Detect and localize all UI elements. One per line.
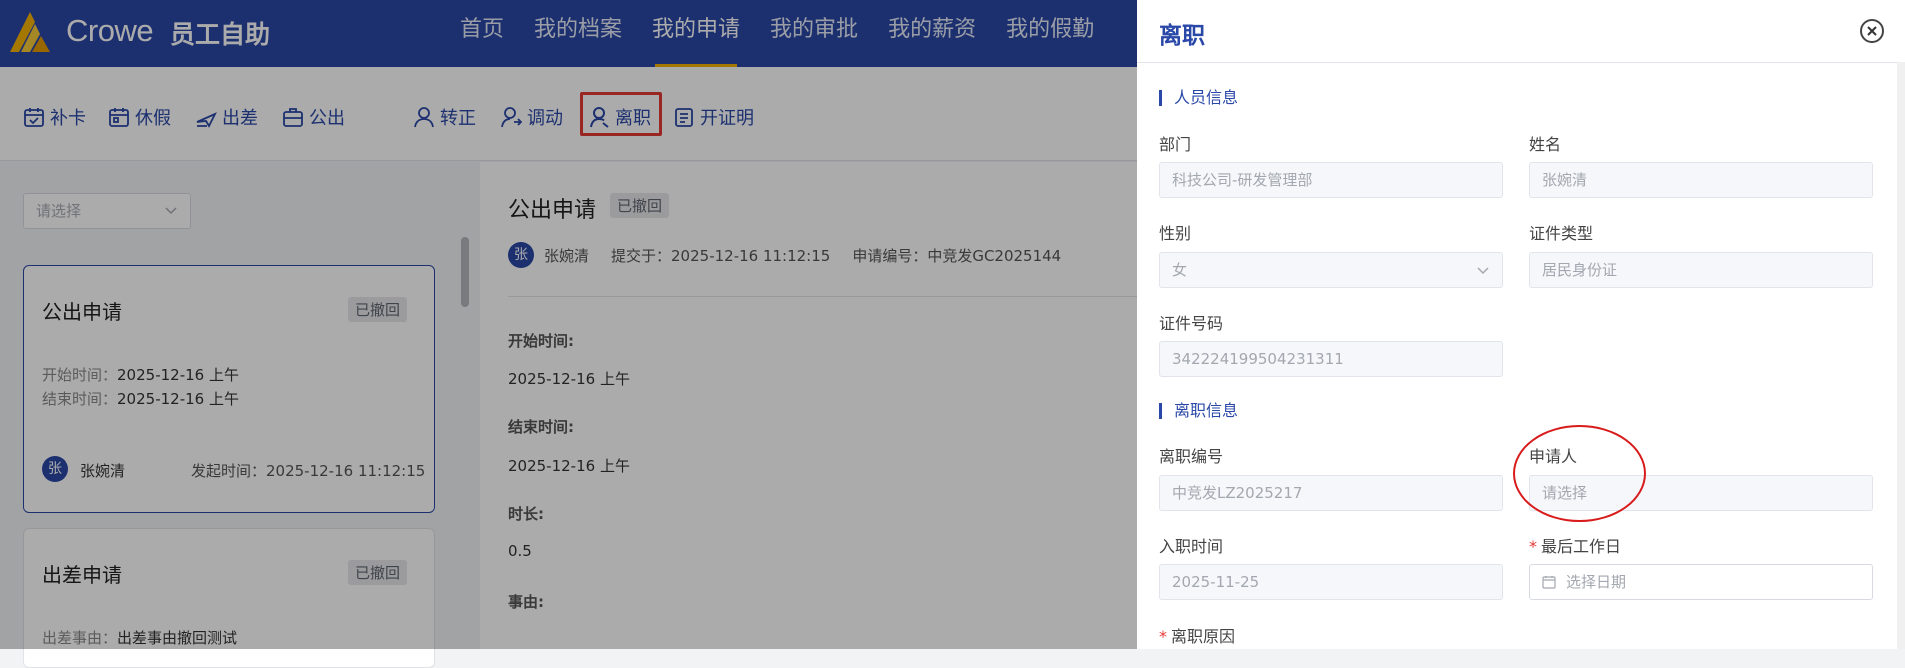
id-number-label: 证件号码: [1159, 314, 1224, 333]
section-resignation-info: 离职信息: [1159, 403, 1238, 419]
drawer-title: 离职: [1159, 23, 1205, 49]
gender-select: 女: [1159, 252, 1503, 288]
drawer-divider: [1137, 62, 1905, 63]
dept-label: 部门: [1159, 135, 1192, 154]
calendar-icon: [1542, 576, 1556, 589]
name-label: 姓名: [1529, 135, 1562, 154]
resignation-drawer: 离职 人员信息 部门 科技公司-研发管理部 姓名 张婉清 性别 女 证件类型 居…: [1137, 0, 1905, 649]
id-number-field: 342224199504231311: [1159, 341, 1503, 377]
resignation-number-label: 离职编号: [1159, 447, 1224, 466]
last-workday-label: * 最后工作日: [1529, 537, 1622, 556]
join-date-field: 2025-11-25: [1159, 564, 1503, 600]
datepicker-placeholder: 选择日期: [1566, 573, 1627, 591]
close-icon: [1867, 26, 1877, 36]
chevron-down-icon: [1477, 267, 1489, 275]
dept-field: 科技公司-研发管理部: [1159, 162, 1503, 198]
resignation-reason-label: * 离职原因: [1159, 627, 1236, 646]
drawer-scrollbar[interactable]: [1897, 62, 1905, 649]
applicant-annotation-circle: [1513, 425, 1646, 522]
join-date-label: 入职时间: [1159, 537, 1224, 556]
last-workday-datepicker[interactable]: 选择日期: [1529, 564, 1873, 600]
section-personnel-info: 人员信息: [1159, 90, 1238, 106]
close-button[interactable]: [1860, 19, 1884, 43]
resignation-number-field: 中竞发LZ2025217: [1159, 475, 1503, 511]
required-mark: *: [1159, 627, 1167, 646]
gender-value: 女: [1172, 261, 1188, 279]
id-type-label: 证件类型: [1529, 224, 1594, 243]
required-mark: *: [1529, 537, 1537, 556]
id-type-field: 居民身份证: [1529, 252, 1873, 288]
gender-label: 性别: [1159, 224, 1192, 243]
name-field: 张婉清: [1529, 162, 1873, 198]
